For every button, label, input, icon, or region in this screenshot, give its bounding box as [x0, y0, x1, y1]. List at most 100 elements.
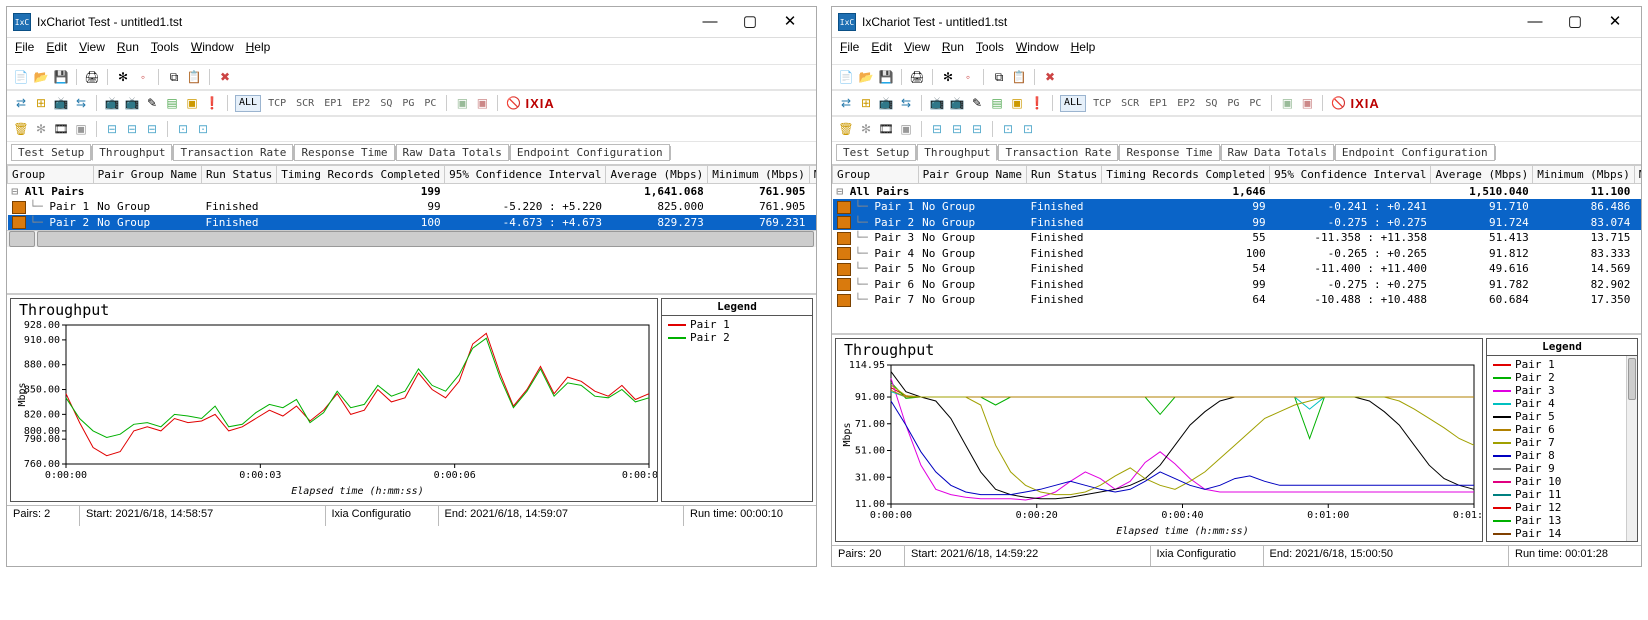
legend-item[interactable]: Pair 1: [1493, 358, 1625, 371]
opt1-icon[interactable]: ▣: [454, 95, 470, 111]
nosymbol-icon[interactable]: 🚫: [505, 95, 521, 111]
titlebar[interactable]: IxC IxChariot Test - untitled1.tst — ▢ ✕: [832, 7, 1641, 38]
new-icon[interactable]: 📄: [13, 69, 29, 85]
table-row[interactable]: └─ Pair 1No GroupFinished99-0.241 : +0.2…: [833, 199, 1642, 215]
menu-help[interactable]: Help: [246, 40, 271, 54]
filter-tcp-button[interactable]: TCP: [1090, 96, 1114, 111]
print-icon[interactable]: 🖨: [84, 69, 100, 85]
legend-item[interactable]: Pair 10: [1493, 475, 1625, 488]
open-icon[interactable]: 📂: [33, 69, 49, 85]
legend-item[interactable]: Pair 2: [1493, 371, 1625, 384]
print-icon[interactable]: 🖨: [909, 69, 925, 85]
filter-pc-button[interactable]: PC: [1246, 96, 1264, 111]
layout2-icon[interactable]: ⊟: [949, 121, 965, 137]
link-icon[interactable]: ⇆: [73, 95, 89, 111]
tab-endpoint-configuration[interactable]: Endpoint Configuration: [510, 144, 670, 161]
run-icon[interactable]: ✻: [940, 69, 956, 85]
filter-tcp-button[interactable]: TCP: [265, 96, 289, 111]
cam3-icon[interactable]: 📺: [949, 95, 965, 111]
layout3-icon[interactable]: ⊟: [144, 121, 160, 137]
minimize-button[interactable]: —: [1515, 8, 1555, 36]
delete-icon[interactable]: ✖: [1042, 69, 1058, 85]
net-icon[interactable]: ⇄: [13, 95, 29, 111]
stop-icon[interactable]: ◦: [960, 69, 976, 85]
legend-item[interactable]: Pair 13: [1493, 514, 1625, 527]
table-row[interactable]: └─ Pair 6No GroupFinished99-0.275 : +0.2…: [833, 277, 1642, 293]
filter-all-button[interactable]: ALL: [235, 95, 261, 112]
legend-item[interactable]: Pair 9: [1493, 462, 1625, 475]
stop-icon[interactable]: ◦: [135, 69, 151, 85]
layout5-icon[interactable]: ⊡: [195, 121, 211, 137]
cam1-icon[interactable]: 📺: [878, 95, 894, 111]
nosymbol-icon[interactable]: 🚫: [1330, 95, 1346, 111]
cam1-icon[interactable]: 📺: [53, 95, 69, 111]
filter-ep1-button[interactable]: EP1: [321, 96, 345, 111]
menu-view[interactable]: View: [79, 40, 105, 54]
filter-ep2-button[interactable]: EP2: [1174, 96, 1198, 111]
flag-icon[interactable]: ❗: [1029, 95, 1045, 111]
minimize-button[interactable]: —: [690, 8, 730, 36]
opt1-icon[interactable]: ▣: [1279, 95, 1295, 111]
sheet-icon[interactable]: ▤: [164, 95, 180, 111]
layout5-icon[interactable]: ⊡: [1020, 121, 1036, 137]
box-icon[interactable]: ▣: [1009, 95, 1025, 111]
menu-run[interactable]: Run: [117, 40, 139, 54]
edit-icon[interactable]: ✎: [144, 95, 160, 111]
menu-help[interactable]: Help: [1071, 40, 1096, 54]
menu-tools[interactable]: Tools: [151, 40, 179, 54]
tab-response-time[interactable]: Response Time: [1119, 144, 1219, 161]
table-row[interactable]: └─ Pair 7No GroupFinished64-10.488 : +10…: [833, 292, 1642, 308]
grp-icon[interactable]: ⊞: [33, 95, 49, 111]
menu-tools[interactable]: Tools: [976, 40, 1004, 54]
tab-test-setup[interactable]: Test Setup: [836, 144, 916, 161]
tab-throughput[interactable]: Throughput: [917, 144, 997, 161]
new-icon[interactable]: 📄: [838, 69, 854, 85]
legend-scrollbar[interactable]: [1626, 356, 1637, 541]
copy-icon[interactable]: ⧉: [166, 69, 182, 85]
table-row[interactable]: └─ Pair 4No GroupFinished100-0.265 : +0.…: [833, 246, 1642, 262]
table-row[interactable]: └─ Pair 2No GroupFinished99-0.275 : +0.2…: [833, 215, 1642, 231]
row-all-pairs[interactable]: ⊟ All Pairs1,6461,510.04011.100107.962: [833, 184, 1642, 200]
filter-pc-button[interactable]: PC: [421, 96, 439, 111]
close-button[interactable]: ✕: [1595, 8, 1635, 36]
filter-pg-button[interactable]: PG: [399, 96, 417, 111]
maximize-button[interactable]: ▢: [1555, 8, 1595, 36]
close-button[interactable]: ✕: [770, 8, 810, 36]
layout1-icon[interactable]: ⊟: [104, 121, 120, 137]
titlebar[interactable]: IxC IxChariot Test - untitled1.tst — ▢ ✕: [7, 7, 816, 38]
opt2-icon[interactable]: ▣: [474, 95, 490, 111]
tab-transaction-rate[interactable]: Transaction Rate: [173, 144, 293, 161]
filter-all-button[interactable]: ALL: [1060, 95, 1086, 112]
legend-item[interactable]: Pair 4: [1493, 397, 1625, 410]
cam2-icon[interactable]: 📺: [104, 95, 120, 111]
legend-item[interactable]: Pair 8: [1493, 449, 1625, 462]
filter-pg-button[interactable]: PG: [1224, 96, 1242, 111]
menu-window[interactable]: Window: [1016, 40, 1059, 54]
layout3-icon[interactable]: ⊟: [969, 121, 985, 137]
link-icon[interactable]: ⇆: [898, 95, 914, 111]
row-all-pairs[interactable]: ⊟ All Pairs1991,641.068761.905919.540: [8, 184, 817, 200]
table-row[interactable]: └─ Pair 1No GroupFinished99-5.220 : +5.2…: [8, 199, 817, 215]
legend-item[interactable]: Pair 7: [1493, 436, 1625, 449]
menu-file[interactable]: File: [15, 40, 34, 54]
menu-edit[interactable]: Edit: [46, 40, 67, 54]
sheet-icon[interactable]: ▤: [989, 95, 1005, 111]
cam3-icon[interactable]: 📺: [124, 95, 140, 111]
legend-item[interactable]: Pair 3: [1493, 384, 1625, 397]
open-icon[interactable]: 📂: [858, 69, 874, 85]
menu-edit[interactable]: Edit: [871, 40, 892, 54]
paste-icon[interactable]: 📋: [186, 69, 202, 85]
table-row[interactable]: └─ Pair 5No GroupFinished54-11.400 : +11…: [833, 261, 1642, 277]
filter-sq-button[interactable]: SQ: [1202, 96, 1220, 111]
paste-icon[interactable]: 📋: [1011, 69, 1027, 85]
tab-transaction-rate[interactable]: Transaction Rate: [998, 144, 1118, 161]
film-icon[interactable]: 🎞: [53, 121, 69, 137]
tab-endpoint-configuration[interactable]: Endpoint Configuration: [1335, 144, 1495, 161]
tab-raw-data-totals[interactable]: Raw Data Totals: [1221, 144, 1334, 161]
legend-item[interactable]: Pair 15: [1493, 540, 1625, 541]
tab-raw-data-totals[interactable]: Raw Data Totals: [396, 144, 509, 161]
bin-icon[interactable]: 🗑: [838, 121, 854, 137]
legend-item[interactable]: Pair 5: [1493, 410, 1625, 423]
bin-icon[interactable]: 🗑: [13, 121, 29, 137]
grp-icon[interactable]: ⊞: [858, 95, 874, 111]
